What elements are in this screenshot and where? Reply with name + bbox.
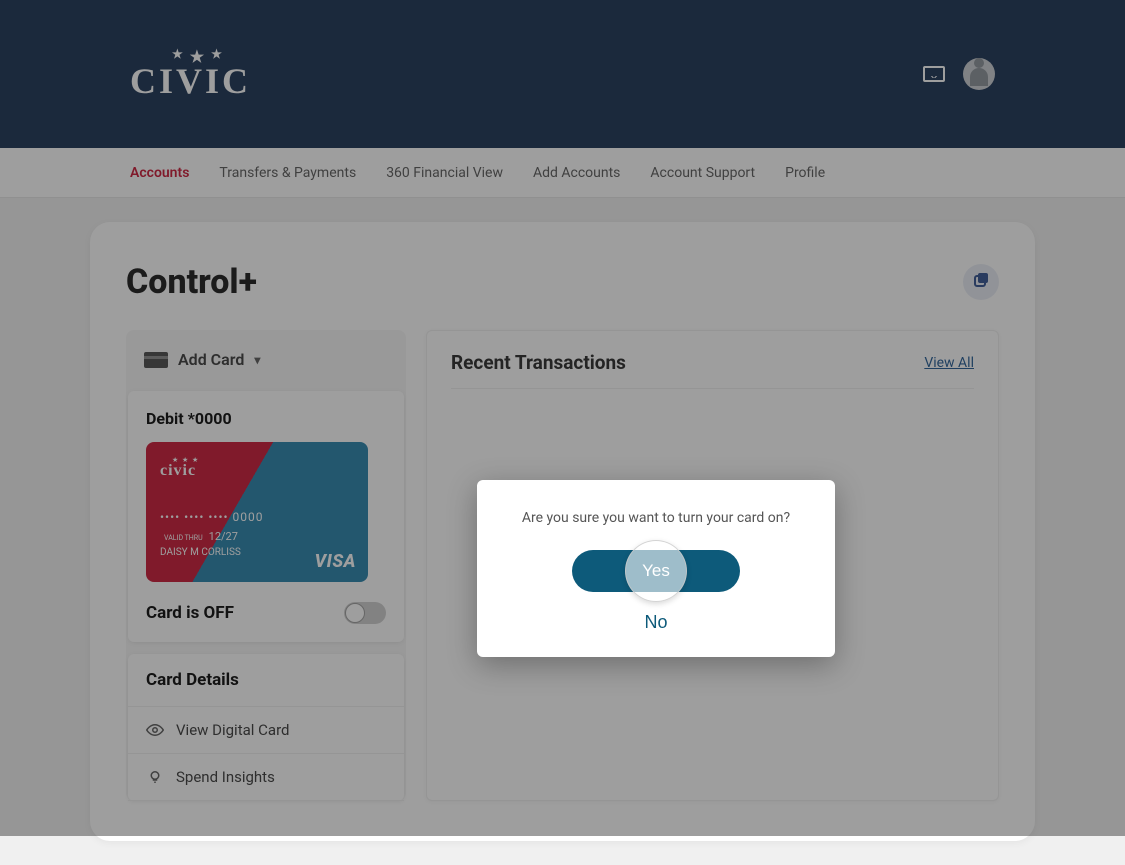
modal-message: Are you sure you want to turn your card …: [501, 510, 811, 526]
modal-overlay[interactable]: [0, 0, 1125, 836]
yes-button-wrap: Yes: [572, 550, 740, 592]
yes-button[interactable]: Yes: [572, 550, 740, 592]
confirm-modal: Are you sure you want to turn your card …: [477, 480, 835, 657]
no-button[interactable]: No: [644, 612, 667, 633]
